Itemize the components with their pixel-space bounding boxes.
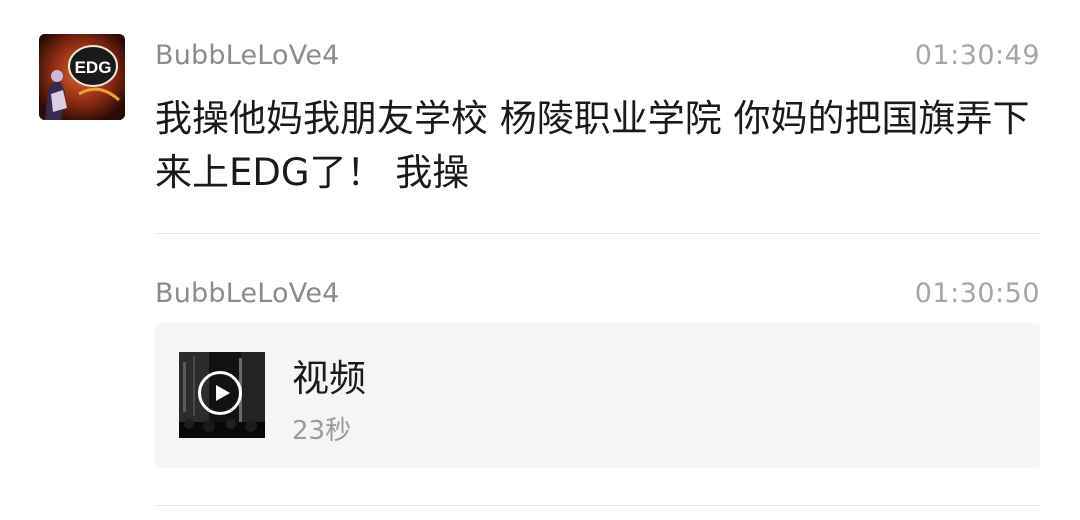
message-sender-name: BubbLeLoVe4: [155, 40, 340, 71]
chat-history-page: EDG BubbLeLoVe4 01:30:49 我操他妈我朋友学校 杨陵职业学…: [0, 0, 1080, 520]
message-text: 我操他妈我朋友学校 杨陵职业学院 你妈的把国旗弄下来上EDG了！ 我操: [155, 97, 1030, 194]
message-timestamp: 01:30:49: [914, 40, 1040, 71]
edg-logo-text: EDG: [75, 58, 112, 77]
message-timestamp: 01:30:50: [914, 278, 1040, 309]
edg-logo-icon: EDG: [39, 34, 125, 120]
video-duration: 23秒: [292, 416, 352, 446]
video-thumbnail[interactable]: [179, 352, 265, 438]
play-triangle-icon: [216, 385, 230, 401]
play-icon[interactable]: [198, 371, 242, 415]
video-message-card[interactable]: 视频 23秒: [155, 323, 1040, 468]
video-title: 视频: [292, 357, 366, 400]
message-divider: [155, 233, 1040, 234]
message-sender-name: BubbLeLoVe4: [155, 278, 340, 309]
message-divider: [155, 505, 1040, 506]
sender-avatar[interactable]: EDG: [39, 34, 125, 120]
